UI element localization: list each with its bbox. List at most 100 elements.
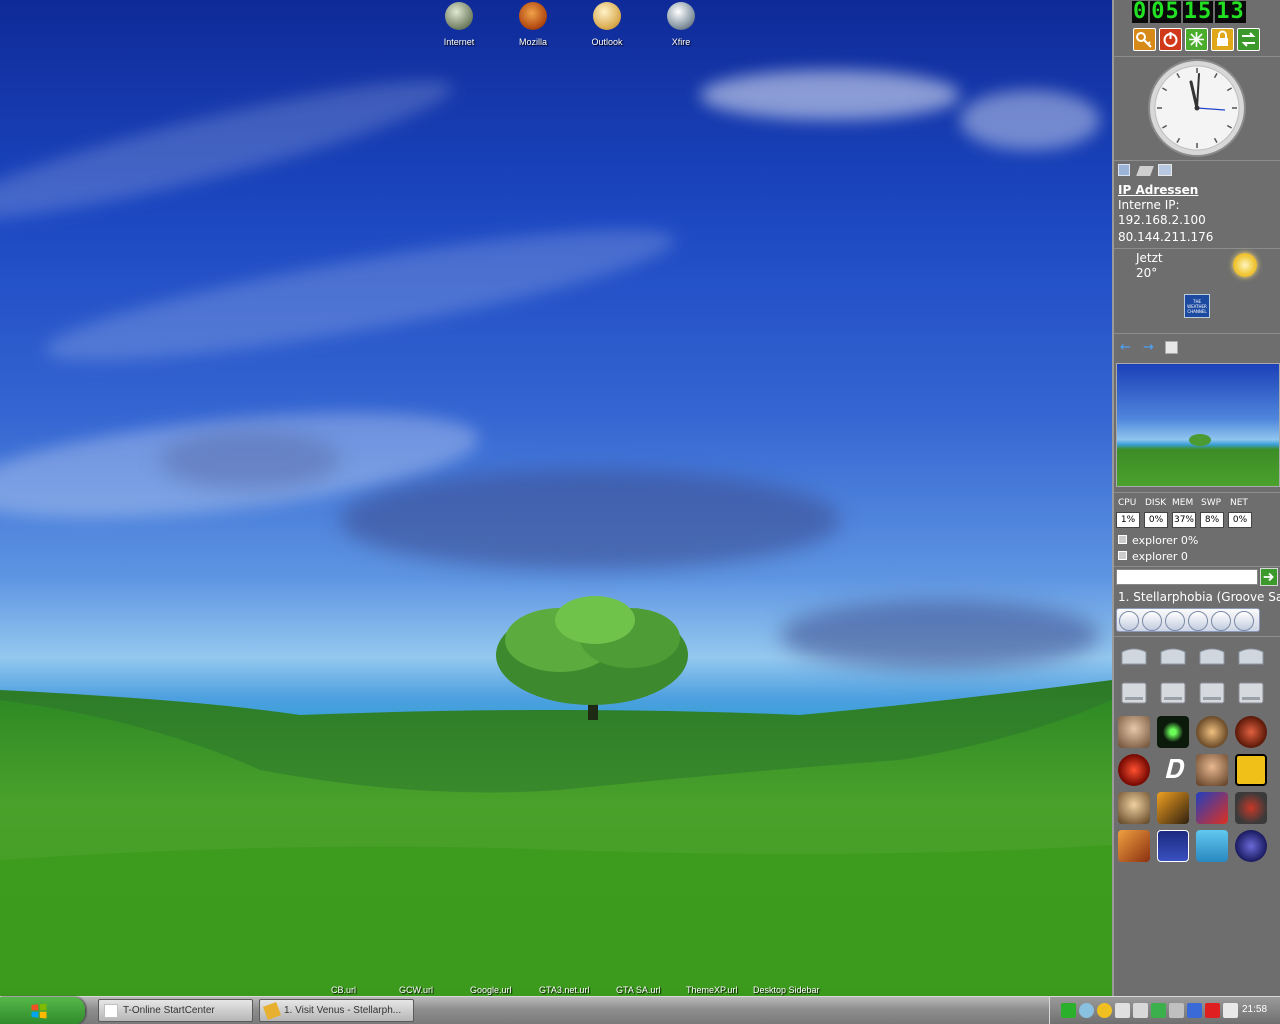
game-icon[interactable]: [1196, 754, 1228, 786]
desktop-icon-internet[interactable]: Internet: [424, 2, 494, 47]
drive-icon[interactable]: [1118, 640, 1150, 672]
network-computers-icon: [1158, 164, 1172, 176]
taskbar-item-player[interactable]: 1. Visit Venus - Stellarph...: [259, 999, 414, 1022]
power-button[interactable]: [1159, 28, 1182, 51]
ip-line: Interne IP:: [1118, 198, 1180, 212]
weather-channel-badge[interactable]: THE WEATHER CHANNEL: [1184, 294, 1210, 318]
game-icon[interactable]: [1196, 792, 1228, 824]
hard-drive-icon[interactable]: [1235, 677, 1267, 709]
desktop-icon-label: Xfire: [671, 37, 691, 47]
game-icon[interactable]: [1196, 830, 1228, 862]
taskbar-item-label: 1. Visit Venus - Stellarph...: [284, 1005, 402, 1016]
arrow-right-icon[interactable]: →: [1143, 340, 1154, 355]
desktop-link[interactable]: Desktop Sidebar: [753, 985, 820, 995]
arrow-right-icon: [1263, 572, 1274, 582]
network-icon: [1136, 166, 1154, 176]
desktop-wallpaper: Internet Mozilla Outlook Xfire CB.url GC…: [0, 0, 1112, 996]
game-icon[interactable]: [1235, 754, 1267, 786]
pause-icon[interactable]: [1119, 611, 1139, 631]
media-track-title: 1. Stellarphobia (Groove Sa: [1118, 590, 1280, 604]
start-button[interactable]: [0, 997, 85, 1024]
game-icon[interactable]: [1235, 792, 1267, 824]
sparkle-icon: [1189, 32, 1204, 47]
drive-icon[interactable]: [1157, 640, 1189, 672]
mozilla-icon: [519, 2, 547, 30]
xfire-tray-icon[interactable]: [1061, 1003, 1076, 1018]
media-player-icon: [263, 1002, 281, 1020]
game-icon[interactable]: [1118, 830, 1150, 862]
lock-button[interactable]: [1211, 28, 1234, 51]
stop-icon[interactable]: [1142, 611, 1162, 631]
previous-track-icon[interactable]: [1165, 611, 1185, 631]
taskbar-item-tonline[interactable]: T-Online StartCenter: [98, 999, 253, 1022]
game-icon[interactable]: [1157, 716, 1189, 748]
perf-header: CPU: [1118, 498, 1137, 508]
ip-address-title[interactable]: IP Adressen: [1118, 183, 1198, 197]
desktop-link[interactable]: Google.url: [470, 985, 512, 995]
key-icon: [1136, 32, 1152, 48]
desktop-link[interactable]: GCW.url: [399, 985, 433, 995]
desktop-link[interactable]: GTA SA.url: [616, 985, 660, 995]
hard-drive-icon[interactable]: [1118, 677, 1150, 709]
perf-value: 8%: [1200, 512, 1224, 528]
desktop-link[interactable]: GTA3.net.url: [539, 985, 589, 995]
desktop-icon-mozilla[interactable]: Mozilla: [498, 2, 568, 47]
window-icon[interactable]: [1234, 611, 1254, 631]
volume-tray-icon[interactable]: [1187, 1003, 1202, 1018]
digital-clock: 0 05 15 13: [1132, 1, 1246, 23]
search-input[interactable]: [1116, 569, 1258, 585]
network-tray-icon[interactable]: [1133, 1003, 1148, 1018]
desktop-icon-xfire[interactable]: Xfire: [646, 2, 716, 47]
search-go-button[interactable]: [1260, 568, 1278, 586]
clock-digit: 0: [1132, 0, 1149, 24]
thumbnail-tree: [1189, 434, 1211, 446]
switch-user-button[interactable]: [1237, 28, 1260, 51]
clock-digit: 13: [1215, 0, 1246, 24]
hills-and-tree: [0, 596, 1112, 996]
drive-icon[interactable]: [1235, 640, 1267, 672]
perf-header: DISK: [1145, 498, 1167, 508]
display-tray-icon[interactable]: [1223, 1003, 1238, 1018]
desktop-icon-outlook[interactable]: Outlook: [572, 2, 642, 47]
game-icon[interactable]: [1118, 792, 1150, 824]
mute-icon[interactable]: [1211, 611, 1231, 631]
speaker-tray-icon[interactable]: [1169, 1003, 1184, 1018]
refresh-button[interactable]: [1185, 28, 1208, 51]
antivirus-tray-icon[interactable]: [1151, 1003, 1166, 1018]
clock-tray-icon[interactable]: [1097, 1003, 1112, 1018]
sun-icon[interactable]: [1233, 253, 1257, 277]
taskbar: T-Online StartCenter 1. Visit Venus - St…: [0, 996, 1280, 1024]
desktop-icon-label: Outlook: [591, 37, 623, 47]
game-icon[interactable]: [1196, 716, 1228, 748]
power-icon: [1163, 32, 1178, 47]
game-icon[interactable]: [1118, 754, 1150, 786]
game-icon[interactable]: 𝐃: [1157, 754, 1189, 786]
floppy-icon: [1118, 551, 1127, 560]
game-icon[interactable]: [1235, 716, 1267, 748]
hard-drive-icon[interactable]: [1196, 677, 1228, 709]
weather-now-label: Jetzt: [1136, 251, 1163, 265]
game-icon[interactable]: [1235, 830, 1267, 862]
desktop-link[interactable]: ThemeXP.url: [686, 985, 737, 995]
wifi-tray-icon[interactable]: [1115, 1003, 1130, 1018]
perf-value: 37%: [1172, 512, 1196, 528]
game-icon[interactable]: [1157, 830, 1189, 862]
lock-icon: [1217, 30, 1228, 46]
refresh-icon[interactable]: [1165, 341, 1178, 354]
game-icon[interactable]: [1118, 716, 1150, 748]
key-button[interactable]: [1133, 28, 1156, 51]
game-icon[interactable]: [1157, 792, 1189, 824]
arrows-icon: [1241, 32, 1256, 47]
drive-icon[interactable]: [1196, 640, 1228, 672]
wallpaper-thumbnail[interactable]: [1116, 363, 1280, 487]
arrow-left-icon[interactable]: ←: [1120, 340, 1131, 355]
desktop-icon-label: Mozilla: [518, 37, 547, 47]
taskbar-clock[interactable]: 21:58: [1242, 1004, 1267, 1015]
messenger-tray-icon[interactable]: [1079, 1003, 1094, 1018]
desktop-link[interactable]: CB.url: [331, 985, 356, 995]
hard-drive-icon[interactable]: [1157, 677, 1189, 709]
next-track-icon[interactable]: [1188, 611, 1208, 631]
desktop-sidebar: 0 05 15 13 IP Adressen Interne IP: 192.1…: [1112, 0, 1280, 996]
security-tray-icon[interactable]: [1205, 1003, 1220, 1018]
process-line: explorer 0: [1132, 550, 1188, 563]
